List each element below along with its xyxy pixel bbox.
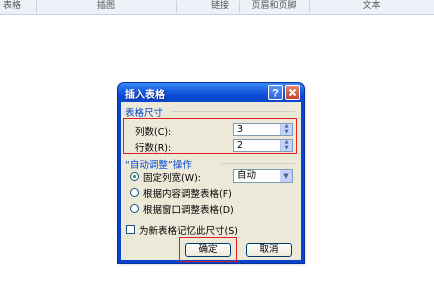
autofit-window-label: 根据窗口调整表格(D) bbox=[143, 205, 234, 216]
svg-text:?: ? bbox=[272, 88, 279, 100]
ribbon-group-illustrations: 插图 bbox=[96, 1, 115, 11]
chevron-down-icon[interactable]: ▼ bbox=[280, 170, 292, 182]
insert-table-dialog: 插入表格 ? 表格尺寸 列数(C): 3 ▲ ▼ 行数(R): 2 ▲ ▼ “自… bbox=[118, 83, 304, 263]
ribbon-group-table: 表格 bbox=[2, 1, 21, 11]
section-divider bbox=[171, 111, 295, 112]
fixed-width-radio[interactable] bbox=[130, 172, 139, 181]
autofit-section-label: “自动调整”操作 bbox=[125, 160, 192, 171]
remember-size-checkbox[interactable] bbox=[126, 225, 135, 234]
question-mark-icon: ? bbox=[272, 88, 279, 100]
close-button[interactable] bbox=[285, 85, 300, 100]
section-divider bbox=[221, 163, 295, 164]
ok-button-highlight bbox=[179, 237, 237, 262]
fixed-width-label: 固定列宽(W): bbox=[143, 173, 202, 184]
ribbon-group-header-footer: 页眉和页脚 bbox=[251, 1, 297, 11]
dialog-body: 表格尺寸 列数(C): 3 ▲ ▼ 行数(R): 2 ▲ ▼ “自动调整”操作 … bbox=[121, 102, 301, 262]
cancel-button[interactable]: 取消 bbox=[246, 243, 292, 257]
table-size-highlight bbox=[123, 118, 297, 154]
fixed-width-value: 自动 bbox=[237, 170, 257, 181]
remember-size-label: 为新表格记忆此尺寸(S) bbox=[139, 226, 238, 237]
dialog-titlebar[interactable]: 插入表格 ? bbox=[118, 83, 304, 102]
fixed-width-select[interactable]: 自动 ▼ bbox=[233, 169, 293, 183]
autofit-window-radio[interactable] bbox=[130, 204, 139, 213]
autofit-contents-radio[interactable] bbox=[130, 188, 139, 197]
dialog-title: 插入表格 bbox=[125, 90, 165, 101]
ribbon-group-text: 文本 bbox=[362, 1, 381, 11]
close-icon bbox=[288, 88, 297, 97]
radio-selected-dot bbox=[133, 175, 136, 178]
help-button[interactable]: ? bbox=[268, 85, 283, 100]
table-size-section-label: 表格尺寸 bbox=[125, 108, 164, 119]
ribbon-group-strip: 表格 插图 链接 页眉和页脚 文本 bbox=[0, 0, 434, 15]
autofit-contents-label: 根据内容调整表格(F) bbox=[143, 189, 232, 200]
